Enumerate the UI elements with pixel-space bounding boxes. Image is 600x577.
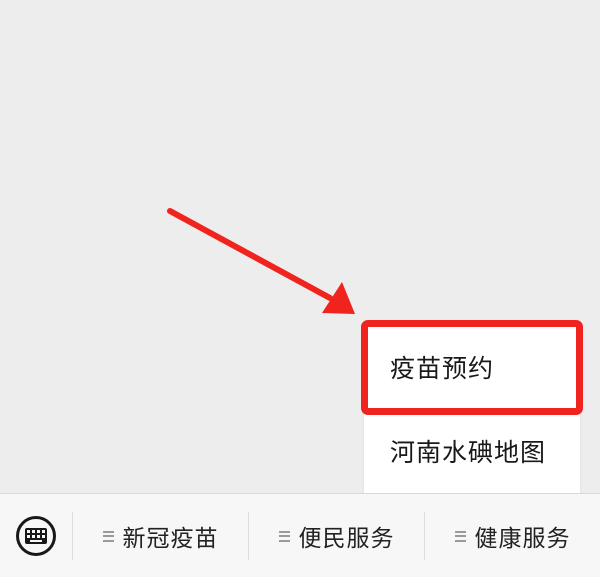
bottom-menu-bar: 新冠疫苗 便民服务 健康服务 [0,493,600,577]
hamburger-icon [102,530,114,542]
wechat-screen: 疫苗预约 河南水碘地图 新冠疫苗 便民服务 健康服务 [0,0,600,577]
keyboard-toggle-button[interactable] [16,516,56,556]
tab-label: 新冠疫苗 [122,526,219,552]
menu-item-label: 河南水碘地图 [390,438,547,467]
tab-label: 健康服务 [474,526,571,552]
popup-menu: 疫苗预约 河南水碘地图 [364,325,580,493]
tab-label: 便民服务 [298,526,395,552]
hamburger-icon [454,530,466,542]
menu-item-label: 疫苗预约 [390,354,495,383]
keyboard-icon [25,528,47,544]
hamburger-icon [278,530,290,542]
tab-covid-vaccine[interactable]: 新冠疫苗 [73,494,248,577]
tab-health-services[interactable]: 健康服务 [425,494,600,577]
menu-item-vaccine-appointment[interactable]: 疫苗预约 [364,325,580,409]
menu-item-henan-iodine-map[interactable]: 河南水碘地图 [364,409,580,493]
tab-convenience-services[interactable]: 便民服务 [249,494,424,577]
